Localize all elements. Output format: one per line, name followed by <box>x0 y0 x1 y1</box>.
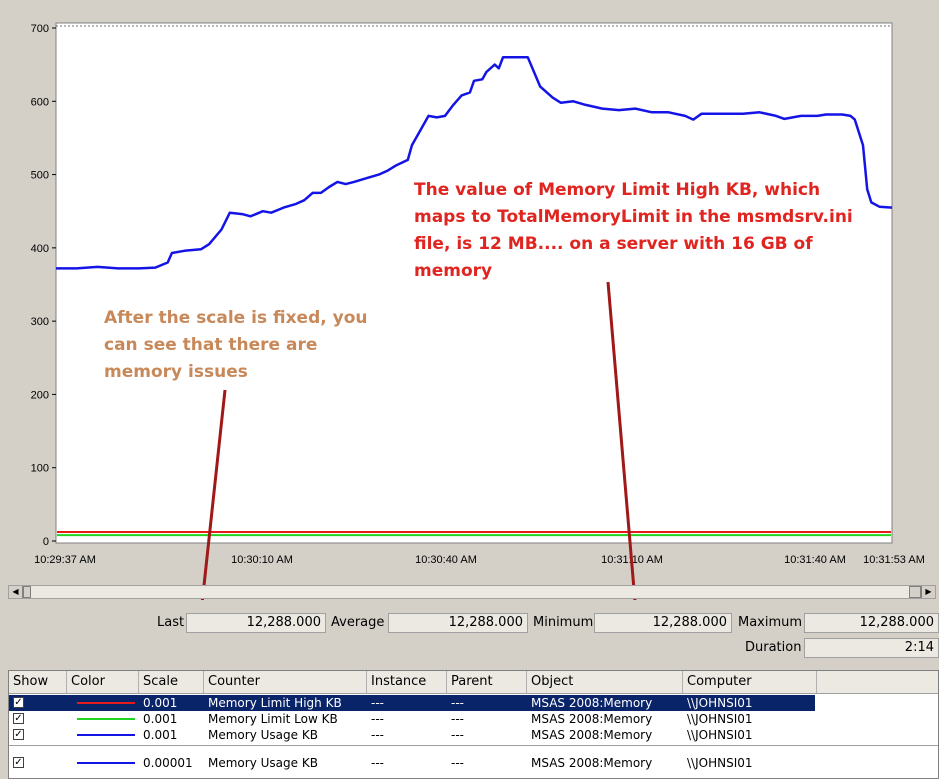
instance-cell: --- <box>371 712 384 726</box>
last-label: Last <box>157 615 185 630</box>
average-label: Average <box>331 615 385 630</box>
counter-table-header: Show Color Scale Counter Instance Parent… <box>9 671 938 694</box>
annotation-scale-fixed: After the scale is fixed, you can see th… <box>104 305 368 386</box>
col-instance[interactable]: Instance <box>367 671 447 693</box>
row-cells: ✓ 0.001 Memory Limit Low KB --- --- MSAS… <box>9 711 815 727</box>
series-color-swatch <box>77 718 135 720</box>
annotation-line: can see that there are <box>104 335 318 355</box>
annotation-line: file, is 12 MB.... on a server with 16 G… <box>414 234 813 254</box>
table-row[interactable]: ✓ 0.00001 Memory Usage KB --- --- MSAS 2… <box>9 755 938 771</box>
counter-cell: Memory Limit Low KB <box>208 712 338 726</box>
series-color-swatch <box>77 734 135 736</box>
object-cell: MSAS 2008:Memory <box>531 756 653 770</box>
duration-label: Duration <box>745 640 802 655</box>
x-tick-label: 10:30:10 AM <box>231 554 293 566</box>
instance-cell: --- <box>371 728 384 742</box>
object-cell: MSAS 2008:Memory <box>531 696 653 710</box>
computer-cell: \\JOHNSI01 <box>687 728 753 742</box>
scale-cell: 0.001 <box>143 712 178 726</box>
col-parent[interactable]: Parent <box>447 671 527 693</box>
y-tick-label: 0 <box>43 536 49 548</box>
parent-cell: --- <box>451 756 464 770</box>
scale-cell: 0.001 <box>143 696 178 710</box>
annotation-line: The value of Memory Limit High KB, which <box>414 180 821 200</box>
scroll-right-icon[interactable]: ▶ <box>921 586 935 598</box>
row-divider <box>9 745 938 746</box>
instance-cell: --- <box>371 756 384 770</box>
y-tick-label: 600 <box>31 96 49 108</box>
table-row[interactable]: ✓ 0.001 Memory Usage KB --- --- MSAS 200… <box>9 727 938 743</box>
parent-cell: --- <box>451 712 464 726</box>
col-computer[interactable]: Computer <box>683 671 817 693</box>
average-value: 12,288.000 <box>388 613 528 633</box>
series-color-swatch <box>77 762 135 764</box>
col-object[interactable]: Object <box>527 671 683 693</box>
computer-cell: \\JOHNSI01 <box>687 712 753 726</box>
counter-cell: Memory Usage KB <box>208 756 318 770</box>
duration-value: 2:14 <box>804 638 939 658</box>
counter-cell: Memory Limit High KB <box>208 696 342 710</box>
y-tick-label: 400 <box>31 243 49 255</box>
memory-line-chart: 0 100 200 300 400 500 600 700 10:29:37 AM 10:30:… <box>31 22 925 600</box>
row-cells: ✓ 0.001 Memory Limit High KB --- --- MSA… <box>9 695 815 711</box>
scale-cell: 0.001 <box>143 728 178 742</box>
y-tick-label: 700 <box>31 23 49 35</box>
parent-cell: --- <box>451 696 464 710</box>
annotation-line: memory <box>414 261 493 281</box>
y-axis: 0 100 200 300 400 500 600 700 <box>31 23 56 548</box>
x-axis: 10:29:37 AM 10:30:10 AM 10:30:40 AM 10:31:1… <box>34 554 925 566</box>
show-checkbox[interactable]: ✓ <box>13 729 24 740</box>
computer-cell: \\JOHNSI01 <box>687 756 753 770</box>
col-show[interactable]: Show <box>9 671 67 693</box>
col-color[interactable]: Color <box>67 671 139 693</box>
minimum-label: Minimum <box>533 615 594 630</box>
annotation-line: After the scale is fixed, you <box>104 308 368 328</box>
parent-cell: --- <box>451 728 464 742</box>
scroll-left-handle[interactable] <box>23 586 31 598</box>
counter-cell: Memory Usage KB <box>208 728 318 742</box>
show-checkbox[interactable]: ✓ <box>13 713 24 724</box>
col-scale[interactable]: Scale <box>139 671 204 693</box>
series-color-swatch <box>77 702 135 704</box>
last-value: 12,288.000 <box>186 613 326 633</box>
y-tick-label: 100 <box>31 463 49 475</box>
table-row[interactable]: ✓ 0.001 Memory Limit High KB --- --- MSA… <box>9 695 938 711</box>
col-counter[interactable]: Counter <box>204 671 367 693</box>
x-tick-label: 10:31:53 AM <box>863 554 925 566</box>
annotation-memory-limit: The value of Memory Limit High KB, which… <box>414 177 853 285</box>
instance-cell: --- <box>371 696 384 710</box>
time-scrollbar[interactable]: ◀ ▶ <box>8 585 936 599</box>
y-tick-label: 300 <box>31 316 49 328</box>
show-checkbox[interactable]: ✓ <box>13 757 24 768</box>
y-tick-label: 500 <box>31 170 49 182</box>
scale-cell: 0.00001 <box>143 756 193 770</box>
row-cells: ✓ 0.001 Memory Usage KB --- --- MSAS 200… <box>9 727 815 743</box>
x-tick-label: 10:29:37 AM <box>34 554 96 566</box>
minimum-value: 12,288.000 <box>594 613 732 633</box>
show-checkbox[interactable]: ✓ <box>13 697 24 708</box>
scroll-right-handle[interactable] <box>909 586 921 598</box>
maximum-label: Maximum <box>738 615 803 630</box>
row-cells: ✓ 0.00001 Memory Usage KB --- --- MSAS 2… <box>9 755 815 771</box>
x-tick-label: 10:30:40 AM <box>415 554 477 566</box>
object-cell: MSAS 2008:Memory <box>531 728 653 742</box>
counter-table: Show Color Scale Counter Instance Parent… <box>8 670 939 779</box>
table-row[interactable]: ✓ 0.001 Memory Limit Low KB --- --- MSAS… <box>9 711 938 727</box>
object-cell: MSAS 2008:Memory <box>531 712 653 726</box>
scroll-left-icon[interactable]: ◀ <box>9 586 23 598</box>
annotation-line: memory issues <box>104 362 248 382</box>
y-tick-label: 200 <box>31 389 49 401</box>
annotation-line: maps to TotalMemoryLimit in the msmdsrv.… <box>414 207 853 227</box>
x-tick-label: 10:31:40 AM <box>784 554 846 566</box>
maximum-value: 12,288.000 <box>804 613 939 633</box>
computer-cell: \\JOHNSI01 <box>687 696 753 710</box>
